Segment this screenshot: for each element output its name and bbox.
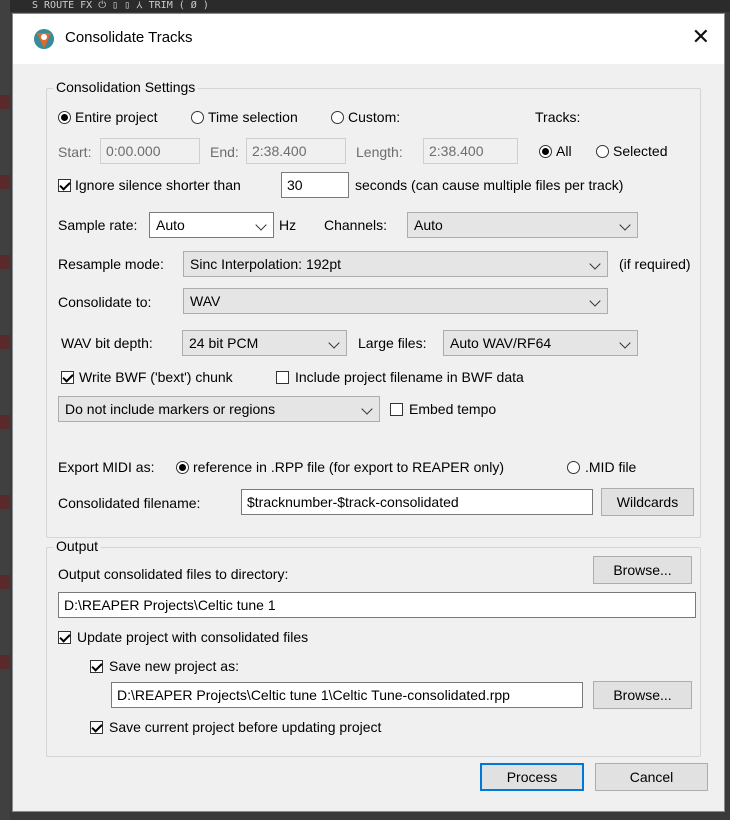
save-current-project-label: Save current project before updating pro… [109, 719, 382, 735]
ignore-silence-suffix: seconds (can cause multiple files per tr… [355, 177, 624, 193]
process-button[interactable]: Process [480, 763, 584, 791]
radio-midi-reference[interactable] [176, 461, 189, 474]
title-bar: Consolidate Tracks ✕ [13, 14, 724, 64]
browse-project-button[interactable]: Browse... [593, 681, 692, 709]
background-marker [0, 335, 10, 349]
consolidate-to-combo[interactable]: WAV [183, 288, 608, 314]
channels-value: Auto [414, 217, 443, 233]
export-midi-label: Export MIDI as: [58, 459, 155, 475]
write-bwf-checkbox[interactable] [61, 371, 74, 384]
chevron-down-icon [361, 403, 373, 415]
wav-bit-depth-combo[interactable]: 24 bit PCM [182, 330, 347, 356]
consolidation-settings-label: Consolidation Settings [53, 79, 199, 95]
time-selection-label: Time selection [208, 109, 298, 125]
length-field[interactable]: 2:38.400 [423, 138, 518, 164]
consolidate-to-label: Consolidate to: [58, 294, 152, 310]
dialog-title: Consolidate Tracks [65, 29, 193, 46]
write-bwf-label: Write BWF ('bext') chunk [79, 369, 233, 385]
consolidate-to-value: WAV [190, 293, 221, 309]
tracks-selected-label: Selected [613, 143, 668, 159]
large-files-label: Large files: [358, 335, 427, 351]
background-marker [0, 95, 10, 109]
background-marker [0, 175, 10, 189]
output-directory-field[interactable]: D:\REAPER Projects\Celtic tune 1 [58, 592, 696, 618]
ignore-silence-label: Ignore silence shorter than [75, 177, 241, 193]
large-files-combo[interactable]: Auto WAV/RF64 [443, 330, 638, 356]
background-marker [0, 495, 10, 509]
end-field[interactable]: 2:38.400 [246, 138, 346, 164]
chevron-down-icon [328, 337, 340, 349]
wildcards-button[interactable]: Wildcards [601, 488, 694, 516]
background-track-strip: S ROUTE FX ⏻ ▯ ▯ ⅄ TRIM ( Ø ) [0, 0, 730, 12]
background-marker [0, 655, 10, 669]
save-new-project-field[interactable]: D:\REAPER Projects\Celtic tune 1\Celtic … [111, 682, 583, 708]
channels-combo[interactable]: Auto [407, 212, 638, 238]
custom-label: Custom: [348, 109, 401, 125]
background-strip-text: S ROUTE FX ⏻ ▯ ▯ ⅄ TRIM ( Ø ) [32, 0, 209, 11]
chevron-down-icon [619, 219, 631, 231]
consolidate-tracks-dialog: Consolidate Tracks ✕ Consolidation Setti… [12, 13, 725, 812]
resample-note: (if required) [619, 256, 691, 272]
background-marker [0, 415, 10, 429]
ignore-silence-field[interactable]: 30 [281, 172, 349, 198]
wav-bit-depth-value: 24 bit PCM [189, 335, 259, 351]
entire-project-label: Entire project [75, 109, 158, 125]
reaper-logo-icon [34, 29, 54, 49]
close-icon[interactable]: ✕ [692, 26, 710, 48]
wav-bit-depth-label: WAV bit depth: [61, 335, 153, 351]
save-new-project-label: Save new project as: [109, 658, 239, 674]
sample-rate-value: Auto [156, 217, 185, 233]
consolidated-filename-field[interactable]: $tracknumber-$track-consolidated [241, 489, 593, 515]
start-label: Start: [58, 144, 92, 160]
ignore-silence-checkbox[interactable] [58, 179, 71, 192]
sample-rate-label: Sample rate: [58, 217, 138, 233]
update-project-checkbox[interactable] [58, 631, 71, 644]
markers-combo[interactable]: Do not include markers or regions [58, 396, 380, 422]
chevron-down-icon [619, 337, 631, 349]
start-field[interactable]: 0:00.000 [100, 138, 200, 164]
consolidated-filename-label: Consolidated filename: [58, 495, 201, 511]
markers-value: Do not include markers or regions [65, 401, 276, 417]
radio-tracks-selected[interactable] [596, 145, 609, 158]
cancel-button[interactable]: Cancel [595, 763, 708, 791]
include-filename-label: Include project filename in BWF data [295, 369, 524, 385]
radio-custom[interactable] [331, 111, 344, 124]
chevron-down-icon [589, 295, 601, 307]
length-label: Length: [356, 144, 403, 160]
sample-rate-combo[interactable]: Auto [149, 212, 274, 238]
embed-tempo-checkbox[interactable] [390, 403, 403, 416]
end-label: End: [210, 144, 239, 160]
radio-tracks-all[interactable] [539, 145, 552, 158]
output-group-label: Output [53, 538, 102, 554]
hz-label: Hz [279, 217, 297, 233]
midi-file-label: .MID file [585, 459, 637, 475]
channels-label: Channels: [324, 217, 388, 233]
midi-reference-label: reference in .RPP file (for export to RE… [193, 459, 504, 475]
large-files-value: Auto WAV/RF64 [450, 335, 552, 351]
background-marker [0, 255, 10, 269]
chevron-down-icon [255, 219, 267, 231]
browse-directory-button[interactable]: Browse... [593, 556, 692, 584]
background-left-edge [0, 0, 10, 820]
resample-mode-label: Resample mode: [58, 256, 164, 272]
save-current-project-checkbox[interactable] [90, 721, 103, 734]
radio-time-selection[interactable] [191, 111, 204, 124]
include-filename-checkbox[interactable] [276, 371, 289, 384]
resample-mode-value: Sinc Interpolation: 192pt [190, 256, 341, 272]
radio-midi-file[interactable] [567, 461, 580, 474]
save-new-project-checkbox[interactable] [90, 660, 103, 673]
background-marker [0, 575, 10, 589]
update-project-label: Update project with consolidated files [77, 629, 309, 645]
tracks-label: Tracks: [535, 109, 581, 125]
embed-tempo-label: Embed tempo [409, 401, 497, 417]
chevron-down-icon [589, 258, 601, 270]
output-directory-label: Output consolidated files to directory: [58, 566, 289, 582]
resample-mode-combo[interactable]: Sinc Interpolation: 192pt [183, 251, 608, 277]
radio-entire-project[interactable] [58, 111, 71, 124]
tracks-all-label: All [556, 143, 572, 159]
